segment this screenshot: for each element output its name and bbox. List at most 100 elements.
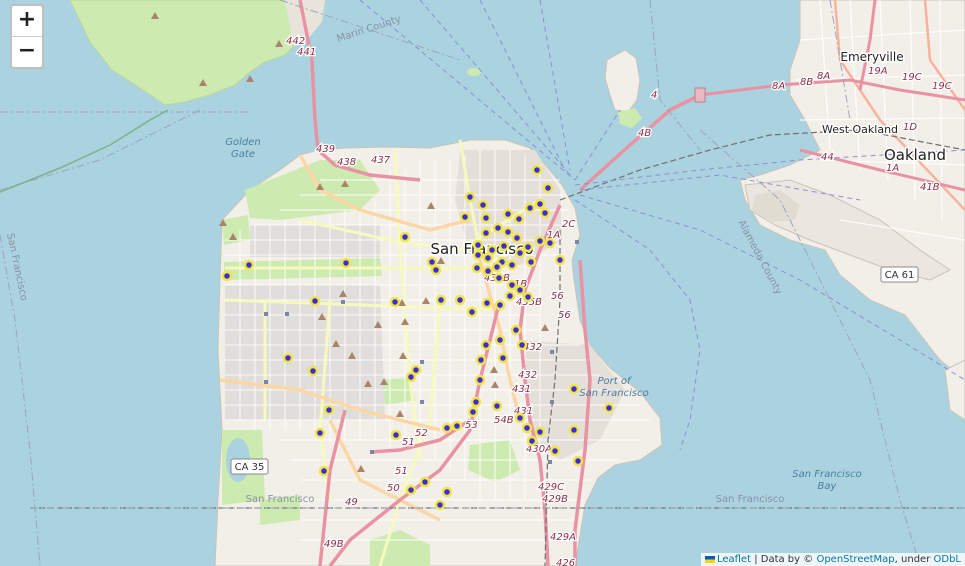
basemap[interactable]: San Francisco Oakland Emeryville West Oa… [0, 0, 965, 566]
location-marker[interactable] [504, 290, 516, 302]
location-marker[interactable] [510, 324, 522, 336]
location-marker[interactable] [464, 191, 476, 203]
location-marker[interactable] [531, 164, 543, 176]
location-marker[interactable] [568, 424, 580, 436]
location-marker[interactable] [521, 422, 533, 434]
location-marker[interactable] [314, 427, 326, 439]
location-marker[interactable] [514, 247, 526, 259]
bridge-tower [694, 87, 706, 103]
location-marker[interactable] [522, 291, 534, 303]
location-marker[interactable] [480, 339, 492, 351]
location-marker[interactable] [502, 208, 514, 220]
location-marker[interactable] [481, 297, 493, 309]
location-marker[interactable] [539, 207, 551, 219]
location-marker[interactable] [472, 239, 484, 251]
location-marker[interactable] [514, 284, 526, 296]
location-marker[interactable] [544, 237, 556, 249]
zoom-in-button[interactable]: + [12, 6, 42, 36]
location-marker[interactable] [494, 334, 506, 346]
location-marker[interactable] [474, 374, 486, 386]
odbl-link[interactable]: ODbL [934, 554, 962, 565]
svg-text:1A: 1A [886, 163, 899, 174]
location-marker[interactable] [493, 272, 505, 284]
location-marker[interactable] [472, 249, 484, 261]
location-marker[interactable] [502, 226, 514, 238]
location-marker[interactable] [419, 476, 431, 488]
location-marker[interactable] [434, 499, 446, 511]
location-marker[interactable] [307, 365, 319, 377]
svg-text:442: 442 [286, 36, 305, 47]
svg-text:4: 4 [651, 90, 657, 101]
location-marker[interactable] [494, 299, 506, 311]
location-marker[interactable] [323, 404, 335, 416]
location-marker[interactable] [477, 199, 489, 211]
location-marker[interactable] [441, 422, 453, 434]
svg-text:4B: 4B [638, 128, 651, 139]
svg-text:CA 61: CA 61 [885, 270, 915, 281]
location-marker[interactable] [389, 296, 401, 308]
location-marker[interactable] [467, 406, 479, 418]
location-marker[interactable] [221, 270, 233, 282]
location-marker[interactable] [603, 402, 615, 414]
location-marker[interactable] [554, 254, 566, 266]
location-marker[interactable] [390, 429, 402, 441]
location-marker[interactable] [466, 306, 478, 318]
location-marker[interactable] [410, 364, 422, 376]
location-marker[interactable] [526, 435, 538, 447]
location-marker[interactable] [525, 256, 537, 268]
svg-text:437: 437 [371, 155, 391, 166]
location-marker[interactable] [482, 252, 494, 264]
location-marker[interactable] [511, 232, 523, 244]
location-marker[interactable] [491, 400, 503, 412]
location-marker[interactable] [522, 241, 534, 253]
location-marker[interactable] [524, 202, 536, 214]
label-port-2: San Francisco [579, 388, 648, 399]
location-marker[interactable] [534, 426, 546, 438]
location-marker[interactable] [399, 231, 411, 243]
location-marker[interactable] [340, 257, 352, 269]
location-marker[interactable] [549, 445, 561, 457]
location-marker[interactable] [491, 261, 503, 273]
location-marker[interactable] [451, 420, 463, 432]
location-marker[interactable] [435, 294, 447, 306]
location-marker[interactable] [516, 339, 528, 351]
location-marker[interactable] [454, 294, 466, 306]
location-marker[interactable] [243, 259, 255, 271]
location-marker[interactable] [475, 354, 487, 366]
location-marker[interactable] [480, 227, 492, 239]
location-marker[interactable] [441, 486, 453, 498]
leaflet-link[interactable]: Leaflet [717, 554, 751, 565]
location-marker[interactable] [506, 279, 518, 291]
location-marker[interactable] [572, 455, 584, 467]
location-marker[interactable] [459, 211, 471, 223]
location-marker[interactable] [471, 262, 483, 274]
svg-text:431: 431 [512, 384, 531, 395]
osm-link[interactable]: OpenStreetMap [816, 554, 894, 565]
location-marker[interactable] [534, 235, 546, 247]
ukraine-flag-icon [704, 555, 715, 563]
location-marker[interactable] [492, 222, 504, 234]
location-marker[interactable] [482, 265, 494, 277]
location-marker[interactable] [470, 396, 482, 408]
location-marker[interactable] [514, 412, 526, 424]
svg-text:19C: 19C [902, 72, 922, 83]
location-marker[interactable] [309, 295, 321, 307]
location-marker[interactable] [486, 244, 498, 256]
svg-text:441: 441 [297, 47, 316, 58]
location-marker[interactable] [318, 465, 330, 477]
map-container[interactable]: San Francisco Oakland Emeryville West Oa… [0, 0, 965, 566]
location-marker[interactable] [405, 484, 417, 496]
label-emeryville: Emeryville [840, 50, 903, 64]
location-marker[interactable] [542, 182, 554, 194]
location-marker[interactable] [430, 264, 442, 276]
location-marker[interactable] [498, 240, 510, 252]
location-marker[interactable] [568, 383, 580, 395]
zoom-out-button[interactable]: − [12, 36, 42, 67]
location-marker[interactable] [282, 352, 294, 364]
location-marker[interactable] [534, 198, 546, 210]
location-marker[interactable] [480, 212, 492, 224]
location-marker[interactable] [513, 213, 525, 225]
location-marker[interactable] [426, 256, 438, 268]
location-marker[interactable] [506, 259, 518, 271]
location-marker[interactable] [497, 352, 509, 364]
